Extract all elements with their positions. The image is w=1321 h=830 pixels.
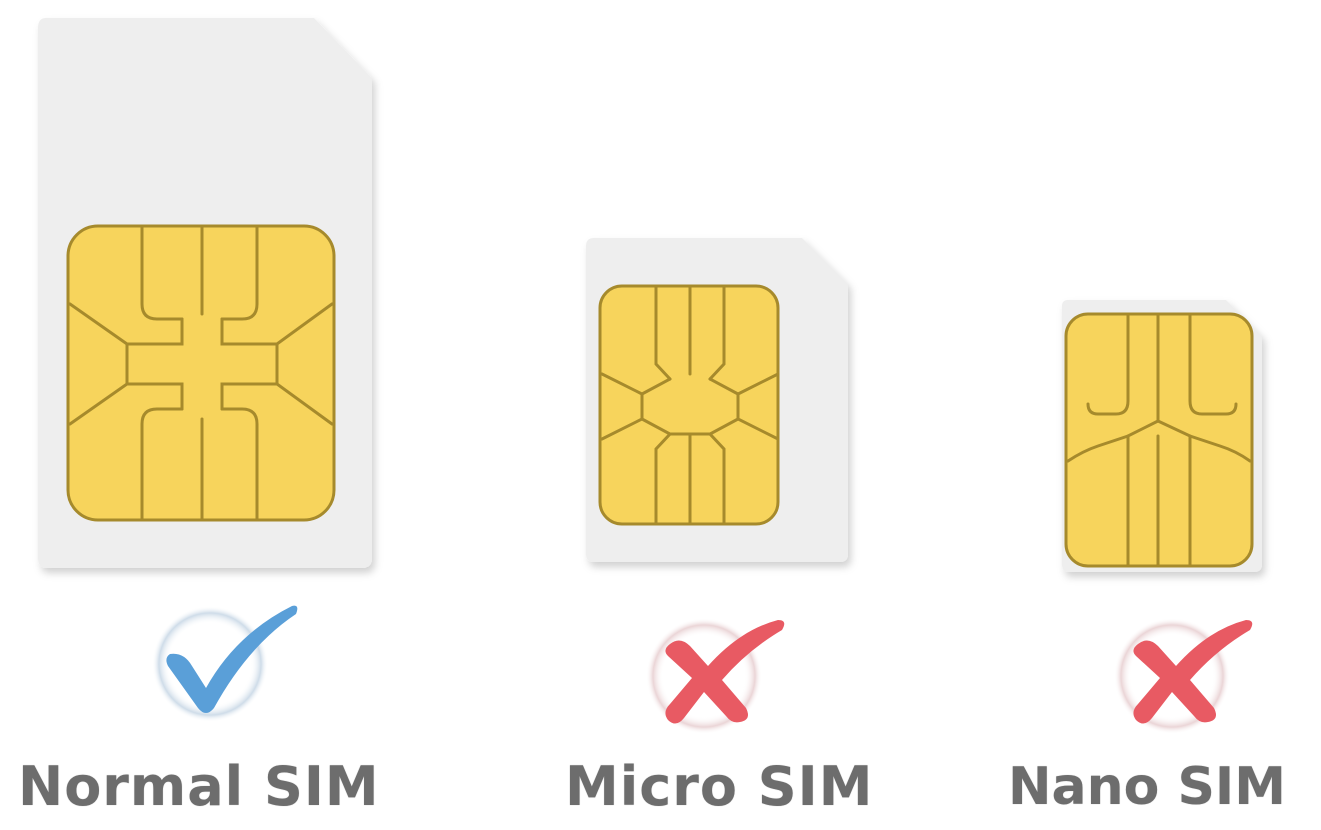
normal-sim-chip (66, 224, 336, 522)
nano-sim-card (1062, 300, 1262, 572)
micro-sim-chip (598, 284, 780, 526)
micro-sim-label: Micro SIM (565, 755, 874, 818)
check-icon (152, 605, 298, 722)
normal-sim-label: Normal SIM (18, 755, 380, 818)
nano-sim-label: Nano SIM (1008, 757, 1287, 817)
sim-size-comparison: Normal SIM Micro SIM Nano SIM (0, 0, 1321, 830)
micro-sim-card (586, 238, 848, 562)
cross-icon (646, 618, 785, 734)
normal-sim-card (38, 18, 372, 568)
nano-sim-chip (1064, 312, 1254, 568)
cross-icon (1114, 618, 1253, 734)
